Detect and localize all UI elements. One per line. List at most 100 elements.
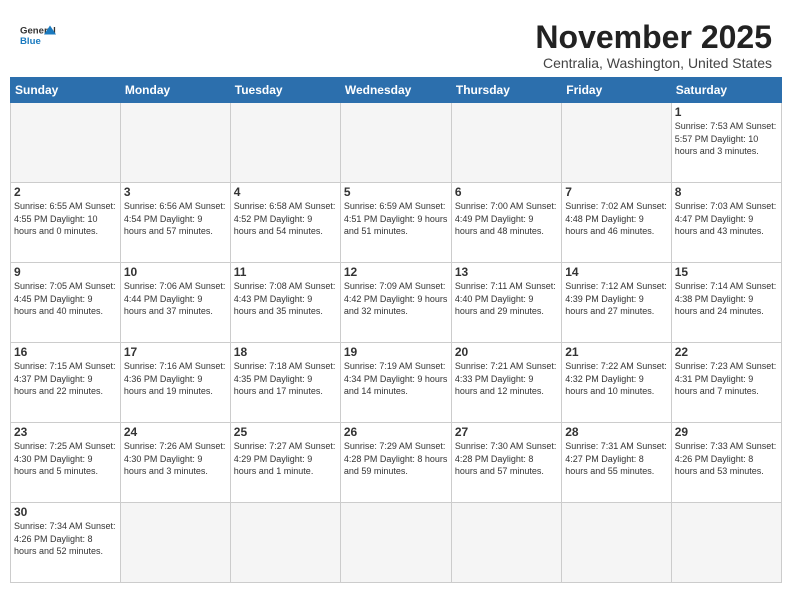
day-info: Sunrise: 7:19 AM Sunset: 4:34 PM Dayligh… — [344, 360, 448, 398]
calendar-cell: 15Sunrise: 7:14 AM Sunset: 4:38 PM Dayli… — [671, 263, 781, 343]
calendar: SundayMondayTuesdayWednesdayThursdayFrid… — [10, 77, 782, 583]
day-info: Sunrise: 7:25 AM Sunset: 4:30 PM Dayligh… — [14, 440, 117, 478]
calendar-cell: 8Sunrise: 7:03 AM Sunset: 4:47 PM Daylig… — [671, 183, 781, 263]
calendar-cell: 13Sunrise: 7:11 AM Sunset: 4:40 PM Dayli… — [451, 263, 561, 343]
day-number: 10 — [124, 265, 227, 279]
day-number: 27 — [455, 425, 558, 439]
calendar-cell — [120, 103, 230, 183]
day-info: Sunrise: 7:53 AM Sunset: 5:57 PM Dayligh… — [675, 120, 778, 158]
calendar-cell — [230, 103, 340, 183]
calendar-cell: 3Sunrise: 6:56 AM Sunset: 4:54 PM Daylig… — [120, 183, 230, 263]
calendar-cell: 14Sunrise: 7:12 AM Sunset: 4:39 PM Dayli… — [562, 263, 671, 343]
day-number: 16 — [14, 345, 117, 359]
day-number: 9 — [14, 265, 117, 279]
calendar-cell: 10Sunrise: 7:06 AM Sunset: 4:44 PM Dayli… — [120, 263, 230, 343]
calendar-cell — [120, 503, 230, 583]
calendar-cell: 11Sunrise: 7:08 AM Sunset: 4:43 PM Dayli… — [230, 263, 340, 343]
calendar-cell: 24Sunrise: 7:26 AM Sunset: 4:30 PM Dayli… — [120, 423, 230, 503]
day-info: Sunrise: 7:18 AM Sunset: 4:35 PM Dayligh… — [234, 360, 337, 398]
calendar-cell: 16Sunrise: 7:15 AM Sunset: 4:37 PM Dayli… — [11, 343, 121, 423]
day-number: 3 — [124, 185, 227, 199]
weekday-header-tuesday: Tuesday — [230, 78, 340, 103]
weekday-header-wednesday: Wednesday — [340, 78, 451, 103]
month-title: November 2025 — [535, 20, 772, 55]
day-info: Sunrise: 7:15 AM Sunset: 4:37 PM Dayligh… — [14, 360, 117, 398]
weekday-header-row: SundayMondayTuesdayWednesdayThursdayFrid… — [11, 78, 782, 103]
day-info: Sunrise: 6:58 AM Sunset: 4:52 PM Dayligh… — [234, 200, 337, 238]
day-number: 22 — [675, 345, 778, 359]
day-info: Sunrise: 7:08 AM Sunset: 4:43 PM Dayligh… — [234, 280, 337, 318]
day-info: Sunrise: 7:26 AM Sunset: 4:30 PM Dayligh… — [124, 440, 227, 478]
calendar-cell: 18Sunrise: 7:18 AM Sunset: 4:35 PM Dayli… — [230, 343, 340, 423]
calendar-cell: 19Sunrise: 7:19 AM Sunset: 4:34 PM Dayli… — [340, 343, 451, 423]
weekday-header-thursday: Thursday — [451, 78, 561, 103]
calendar-cell — [562, 503, 671, 583]
calendar-cell: 21Sunrise: 7:22 AM Sunset: 4:32 PM Dayli… — [562, 343, 671, 423]
calendar-cell: 9Sunrise: 7:05 AM Sunset: 4:45 PM Daylig… — [11, 263, 121, 343]
day-number: 12 — [344, 265, 448, 279]
calendar-cell — [11, 103, 121, 183]
day-info: Sunrise: 6:56 AM Sunset: 4:54 PM Dayligh… — [124, 200, 227, 238]
calendar-cell — [340, 103, 451, 183]
day-info: Sunrise: 6:59 AM Sunset: 4:51 PM Dayligh… — [344, 200, 448, 238]
calendar-cell: 22Sunrise: 7:23 AM Sunset: 4:31 PM Dayli… — [671, 343, 781, 423]
day-number: 20 — [455, 345, 558, 359]
day-number: 23 — [14, 425, 117, 439]
week-row-1: 1Sunrise: 7:53 AM Sunset: 5:57 PM Daylig… — [11, 103, 782, 183]
week-row-5: 23Sunrise: 7:25 AM Sunset: 4:30 PM Dayli… — [11, 423, 782, 503]
day-info: Sunrise: 7:23 AM Sunset: 4:31 PM Dayligh… — [675, 360, 778, 398]
calendar-cell — [230, 503, 340, 583]
day-number: 13 — [455, 265, 558, 279]
week-row-3: 9Sunrise: 7:05 AM Sunset: 4:45 PM Daylig… — [11, 263, 782, 343]
day-number: 15 — [675, 265, 778, 279]
weekday-header-monday: Monday — [120, 78, 230, 103]
generalblue-logo-icon: General Blue — [20, 22, 56, 50]
calendar-cell: 26Sunrise: 7:29 AM Sunset: 4:28 PM Dayli… — [340, 423, 451, 503]
day-info: Sunrise: 7:27 AM Sunset: 4:29 PM Dayligh… — [234, 440, 337, 478]
day-number: 17 — [124, 345, 227, 359]
day-number: 19 — [344, 345, 448, 359]
calendar-cell — [340, 503, 451, 583]
day-number: 21 — [565, 345, 667, 359]
day-info: Sunrise: 7:02 AM Sunset: 4:48 PM Dayligh… — [565, 200, 667, 238]
calendar-cell: 17Sunrise: 7:16 AM Sunset: 4:36 PM Dayli… — [120, 343, 230, 423]
day-number: 25 — [234, 425, 337, 439]
day-number: 6 — [455, 185, 558, 199]
day-number: 18 — [234, 345, 337, 359]
day-info: Sunrise: 7:31 AM Sunset: 4:27 PM Dayligh… — [565, 440, 667, 478]
day-number: 11 — [234, 265, 337, 279]
day-number: 5 — [344, 185, 448, 199]
day-number: 30 — [14, 505, 117, 519]
weekday-header-sunday: Sunday — [11, 78, 121, 103]
day-info: Sunrise: 7:22 AM Sunset: 4:32 PM Dayligh… — [565, 360, 667, 398]
logo: General Blue — [20, 20, 56, 50]
subtitle: Centralia, Washington, United States — [535, 55, 772, 71]
calendar-cell: 30Sunrise: 7:34 AM Sunset: 4:26 PM Dayli… — [11, 503, 121, 583]
calendar-cell: 1Sunrise: 7:53 AM Sunset: 5:57 PM Daylig… — [671, 103, 781, 183]
day-number: 24 — [124, 425, 227, 439]
day-info: Sunrise: 7:00 AM Sunset: 4:49 PM Dayligh… — [455, 200, 558, 238]
day-number: 1 — [675, 105, 778, 119]
calendar-cell: 12Sunrise: 7:09 AM Sunset: 4:42 PM Dayli… — [340, 263, 451, 343]
week-row-2: 2Sunrise: 6:55 AM Sunset: 4:55 PM Daylig… — [11, 183, 782, 263]
week-row-4: 16Sunrise: 7:15 AM Sunset: 4:37 PM Dayli… — [11, 343, 782, 423]
day-number: 14 — [565, 265, 667, 279]
calendar-cell: 4Sunrise: 6:58 AM Sunset: 4:52 PM Daylig… — [230, 183, 340, 263]
day-info: Sunrise: 7:30 AM Sunset: 4:28 PM Dayligh… — [455, 440, 558, 478]
day-info: Sunrise: 7:14 AM Sunset: 4:38 PM Dayligh… — [675, 280, 778, 318]
calendar-cell — [451, 103, 561, 183]
day-number: 2 — [14, 185, 117, 199]
calendar-cell: 7Sunrise: 7:02 AM Sunset: 4:48 PM Daylig… — [562, 183, 671, 263]
day-info: Sunrise: 7:03 AM Sunset: 4:47 PM Dayligh… — [675, 200, 778, 238]
calendar-cell: 5Sunrise: 6:59 AM Sunset: 4:51 PM Daylig… — [340, 183, 451, 263]
calendar-cell — [562, 103, 671, 183]
calendar-cell: 28Sunrise: 7:31 AM Sunset: 4:27 PM Dayli… — [562, 423, 671, 503]
day-number: 4 — [234, 185, 337, 199]
weekday-header-friday: Friday — [562, 78, 671, 103]
title-area: November 2025 Centralia, Washington, Uni… — [535, 20, 772, 71]
calendar-cell: 27Sunrise: 7:30 AM Sunset: 4:28 PM Dayli… — [451, 423, 561, 503]
calendar-cell: 2Sunrise: 6:55 AM Sunset: 4:55 PM Daylig… — [11, 183, 121, 263]
svg-text:Blue: Blue — [20, 36, 41, 47]
day-info: Sunrise: 7:34 AM Sunset: 4:26 PM Dayligh… — [14, 520, 117, 558]
calendar-cell: 25Sunrise: 7:27 AM Sunset: 4:29 PM Dayli… — [230, 423, 340, 503]
